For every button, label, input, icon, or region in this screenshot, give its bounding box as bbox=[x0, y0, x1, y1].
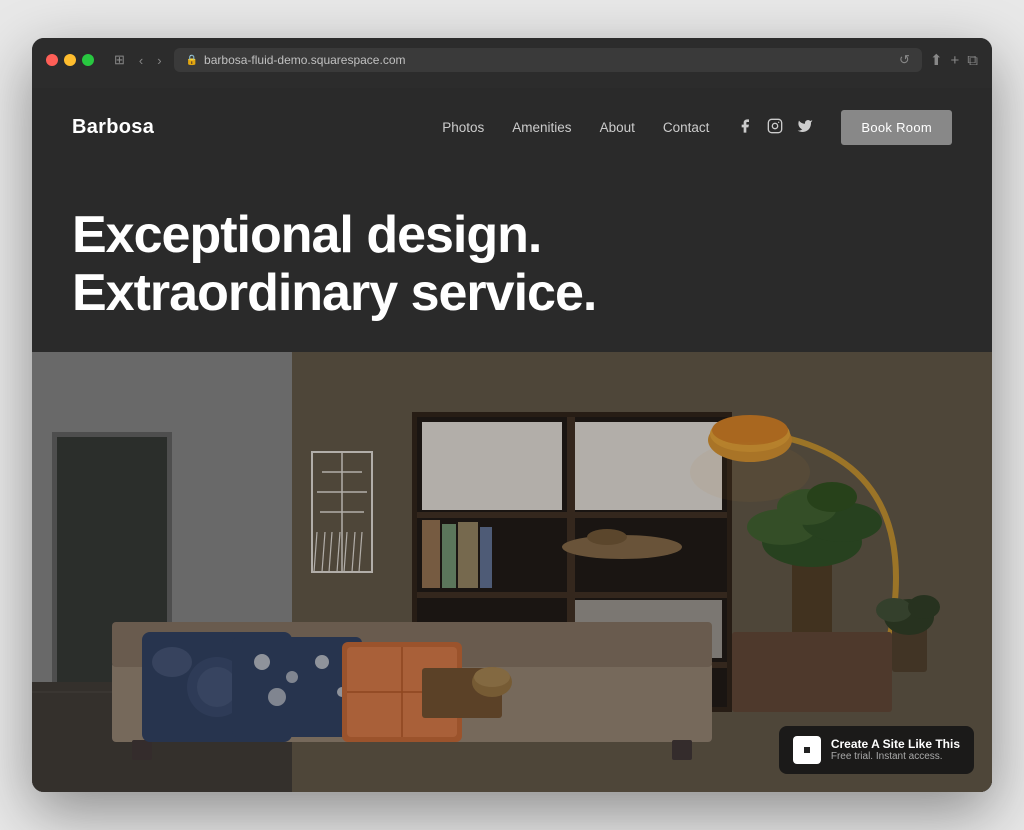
share-icon[interactable]: ⬆ bbox=[930, 51, 943, 69]
browser-actions: ⬆ + ⧉ bbox=[930, 51, 978, 69]
browser-controls: ⊞ ‹ › bbox=[110, 50, 166, 70]
hero-headline-line1: Exceptional design. bbox=[72, 206, 541, 264]
site-nav: Photos Amenities About Contact bbox=[442, 110, 952, 145]
squarespace-logo bbox=[793, 736, 821, 764]
hero-text: Exceptional design. Extraordinary servic… bbox=[32, 167, 992, 351]
browser-chrome: ⊞ ‹ › 🔒 barbosa-fluid-demo.squarespace.c… bbox=[32, 38, 992, 88]
nav-link-about[interactable]: About bbox=[600, 120, 635, 135]
instagram-icon[interactable] bbox=[767, 118, 783, 137]
book-room-button[interactable]: Book Room bbox=[841, 110, 952, 145]
back-button[interactable]: ‹ bbox=[135, 50, 147, 70]
url-text: barbosa-fluid-demo.squarespace.com bbox=[204, 53, 405, 67]
hero-section: Exceptional design. Extraordinary servic… bbox=[32, 167, 992, 791]
social-icons bbox=[737, 118, 813, 137]
address-bar[interactable]: 🔒 barbosa-fluid-demo.squarespace.com ↺ bbox=[174, 48, 922, 72]
maximize-button[interactable] bbox=[82, 54, 94, 66]
hero-headline-line2: Extraordinary service. bbox=[72, 264, 596, 322]
window-icon[interactable]: ⊞ bbox=[110, 50, 129, 70]
twitter-icon[interactable] bbox=[797, 118, 813, 137]
hero-headline: Exceptional design. Extraordinary servic… bbox=[72, 207, 952, 321]
nav-link-contact[interactable]: Contact bbox=[663, 120, 710, 135]
refresh-icon[interactable]: ↺ bbox=[899, 52, 910, 68]
nav-link-photos[interactable]: Photos bbox=[442, 120, 484, 135]
site-header: Barbosa Photos Amenities About Contact bbox=[32, 88, 992, 167]
badge-title: Create A Site Like This bbox=[831, 737, 960, 751]
site-logo[interactable]: Barbosa bbox=[72, 116, 154, 139]
squarespace-badge[interactable]: Create A Site Like This Free trial. Inst… bbox=[779, 726, 974, 774]
browser-tabs bbox=[46, 80, 978, 88]
hero-image-container: Create A Site Like This Free trial. Inst… bbox=[32, 352, 992, 792]
new-tab-icon[interactable]: + bbox=[951, 52, 960, 69]
nav-link-amenities[interactable]: Amenities bbox=[512, 120, 571, 135]
close-button[interactable] bbox=[46, 54, 58, 66]
browser-window: ⊞ ‹ › 🔒 barbosa-fluid-demo.squarespace.c… bbox=[32, 38, 992, 791]
traffic-lights bbox=[46, 54, 94, 66]
address-bar-row: 🔒 barbosa-fluid-demo.squarespace.com ↺ ⬆… bbox=[174, 48, 978, 72]
browser-titlebar: ⊞ ‹ › 🔒 barbosa-fluid-demo.squarespace.c… bbox=[46, 48, 978, 72]
lock-icon: 🔒 bbox=[186, 55, 198, 66]
badge-subtitle: Free trial. Instant access. bbox=[831, 751, 960, 762]
forward-button[interactable]: › bbox=[153, 50, 165, 70]
minimize-button[interactable] bbox=[64, 54, 76, 66]
website: Barbosa Photos Amenities About Contact bbox=[32, 88, 992, 791]
windows-icon[interactable]: ⧉ bbox=[967, 52, 978, 69]
badge-text-block: Create A Site Like This Free trial. Inst… bbox=[831, 737, 960, 762]
facebook-icon[interactable] bbox=[737, 118, 753, 137]
hero-image: Create A Site Like This Free trial. Inst… bbox=[32, 352, 992, 792]
